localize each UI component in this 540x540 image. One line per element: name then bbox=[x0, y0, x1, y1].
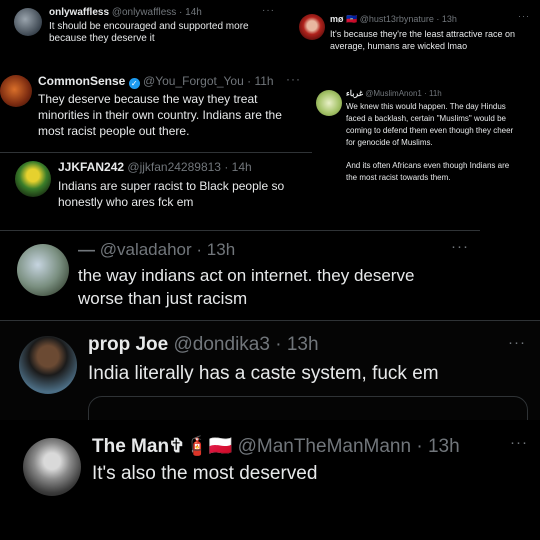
tweet-manthemanmann[interactable]: The Man✞🧯🇵🇱 @ManTheManMann · 13h ··· It'… bbox=[10, 420, 540, 540]
tweet-text-line: Indians are super racist to Black people… bbox=[58, 179, 285, 193]
display-name[interactable]: غرباء bbox=[346, 89, 363, 98]
tweet-text: the way indians act on internet. they de… bbox=[78, 264, 414, 310]
display-name[interactable]: — bbox=[78, 240, 95, 259]
tweet-text-line: coming to defend them even though they c… bbox=[346, 126, 514, 135]
timestamp[interactable]: 14h bbox=[185, 7, 202, 18]
avatar[interactable] bbox=[14, 8, 42, 36]
tweet-text-line: average, humans are wicked lmao bbox=[330, 41, 468, 51]
user-handle[interactable]: @ManTheManMann bbox=[238, 436, 411, 457]
timestamp[interactable]: 13h bbox=[442, 14, 457, 24]
display-name[interactable]: CommonSense bbox=[38, 74, 125, 88]
user-handle[interactable]: @jjkfan24289813 bbox=[127, 160, 221, 174]
avatar[interactable] bbox=[23, 438, 81, 496]
user-handle[interactable]: @onlywaffless bbox=[112, 7, 176, 18]
tweet-header: prop Joe @dondika3 · 13h bbox=[88, 334, 319, 355]
more-options-icon[interactable]: ··· bbox=[518, 11, 530, 21]
timestamp[interactable]: 11h bbox=[429, 89, 442, 98]
tweet-hust13rbynature[interactable]: mø 🇭🇹 @hust13rbynature · 13h ··· It's be… bbox=[296, 5, 540, 60]
tweet-text-line: worse than just racism bbox=[78, 289, 248, 308]
tweet-header: onlywaffless @onlywaffless · 14h bbox=[49, 7, 202, 18]
tweet-text-line: for genocide of Muslims. bbox=[346, 138, 433, 147]
tweet-header: — @valadahor · 13h bbox=[78, 240, 236, 259]
display-name[interactable]: The Man✞🧯🇵🇱 bbox=[92, 436, 232, 457]
tweet-text-line: faced a backlash, certain "Muslims" woul… bbox=[346, 114, 506, 123]
tweet-header: The Man✞🧯🇵🇱 @ManTheManMann · 13h bbox=[92, 436, 460, 457]
tweet-text-line: It should be encouraged and supported mo… bbox=[49, 21, 249, 32]
divider bbox=[0, 230, 480, 231]
timestamp[interactable]: 13h bbox=[428, 436, 460, 457]
quoted-tweet-card[interactable] bbox=[88, 396, 528, 420]
tweet-text: We knew this would happen. The day Hindu… bbox=[346, 101, 513, 184]
tweet-muslimanon1[interactable]: غرباء @MuslimAnon1 · 11h We knew this wo… bbox=[312, 84, 540, 204]
tweet-text: It's because they're the least attractiv… bbox=[330, 28, 515, 52]
avatar[interactable] bbox=[0, 75, 32, 107]
avatar[interactable] bbox=[17, 244, 69, 296]
timestamp[interactable]: 14h bbox=[232, 160, 252, 174]
more-options-icon[interactable]: ··· bbox=[510, 434, 528, 451]
tweet-text-line: because they deserve it bbox=[49, 33, 155, 44]
tweet-text: India literally has a caste system, fuck… bbox=[88, 362, 439, 386]
user-handle[interactable]: @hust13rbynature bbox=[360, 14, 434, 24]
tweet-text: It should be encouraged and supported mo… bbox=[49, 21, 249, 45]
display-name[interactable]: mø 🇭🇹 bbox=[330, 14, 357, 24]
timestamp[interactable]: 13h bbox=[207, 240, 235, 259]
more-options-icon[interactable]: ··· bbox=[451, 238, 469, 255]
tweet-text-line: It's also the most deserved bbox=[92, 463, 318, 484]
verified-badge-icon: ✓ bbox=[128, 78, 140, 89]
avatar[interactable] bbox=[299, 14, 325, 40]
tweet-text-line: honestly who ares fck em bbox=[58, 195, 194, 209]
timestamp[interactable]: 13h bbox=[287, 334, 319, 355]
tweet-dondika3[interactable]: prop Joe @dondika3 · 13h ··· India liter… bbox=[0, 320, 540, 420]
tweet-text-line: India literally has a caste system, fuck… bbox=[88, 363, 439, 384]
tweet-text: Indians are super racist to Black people… bbox=[58, 178, 284, 210]
tweet-text-line: the way indians act on internet. they de… bbox=[78, 266, 415, 285]
tweet-text-line: We knew this would happen. The day Hindu… bbox=[346, 102, 506, 111]
tweet-text-line: the most racist towards them. bbox=[346, 173, 451, 182]
tweet-commonsense[interactable]: CommonSense ✓ @You_Forgot_You · 11h ··· … bbox=[0, 66, 312, 152]
tweet-text: They deserve because the way they treat … bbox=[38, 91, 282, 139]
avatar[interactable] bbox=[316, 90, 342, 116]
avatar[interactable] bbox=[19, 336, 77, 394]
user-handle[interactable]: @You_Forgot_You bbox=[143, 74, 244, 88]
divider bbox=[0, 320, 540, 321]
more-options-icon[interactable]: ··· bbox=[286, 72, 301, 86]
tweet-header: غرباء @MuslimAnon1 · 11h bbox=[346, 89, 442, 98]
tweet-header: CommonSense ✓ @You_Forgot_You · 11h bbox=[38, 74, 274, 89]
tweet-text-line: minorities in their own country. Indians… bbox=[38, 108, 282, 122]
tweet-onlywaffless[interactable]: onlywaffless @onlywaffless · 14h ··· It … bbox=[0, 0, 290, 66]
tweet-text: It's also the most deserved bbox=[92, 462, 317, 486]
tweet-header: JJKFAN242 @jjkfan24289813 · 14h bbox=[58, 160, 252, 174]
user-handle[interactable]: @MuslimAnon1 bbox=[365, 89, 422, 98]
tweet-jjkfan242[interactable]: JJKFAN242 @jjkfan24289813 · 14h Indians … bbox=[0, 152, 312, 228]
tweet-text-line: most racist people out there. bbox=[38, 124, 190, 138]
display-name[interactable]: prop Joe bbox=[88, 334, 168, 355]
tweet-valadahor[interactable]: — @valadahor · 13h ··· the way indians a… bbox=[0, 230, 540, 320]
timestamp[interactable]: 11h bbox=[254, 74, 273, 88]
more-options-icon[interactable]: ··· bbox=[508, 334, 526, 351]
display-name[interactable]: onlywaffless bbox=[49, 7, 109, 18]
tweet-header: mø 🇭🇹 @hust13rbynature · 13h bbox=[330, 14, 457, 24]
tweet-text-line: And its often Africans even though India… bbox=[346, 161, 510, 170]
divider bbox=[0, 152, 312, 153]
more-options-icon[interactable]: ··· bbox=[262, 5, 275, 16]
user-handle[interactable]: @dondika3 bbox=[174, 334, 270, 355]
tweet-text-line: They deserve because the way they treat bbox=[38, 92, 258, 106]
tweet-text-line: It's because they're the least attractiv… bbox=[330, 29, 516, 39]
avatar[interactable] bbox=[15, 161, 51, 197]
display-name[interactable]: JJKFAN242 bbox=[58, 160, 124, 174]
user-handle[interactable]: @valadahor bbox=[100, 240, 192, 259]
